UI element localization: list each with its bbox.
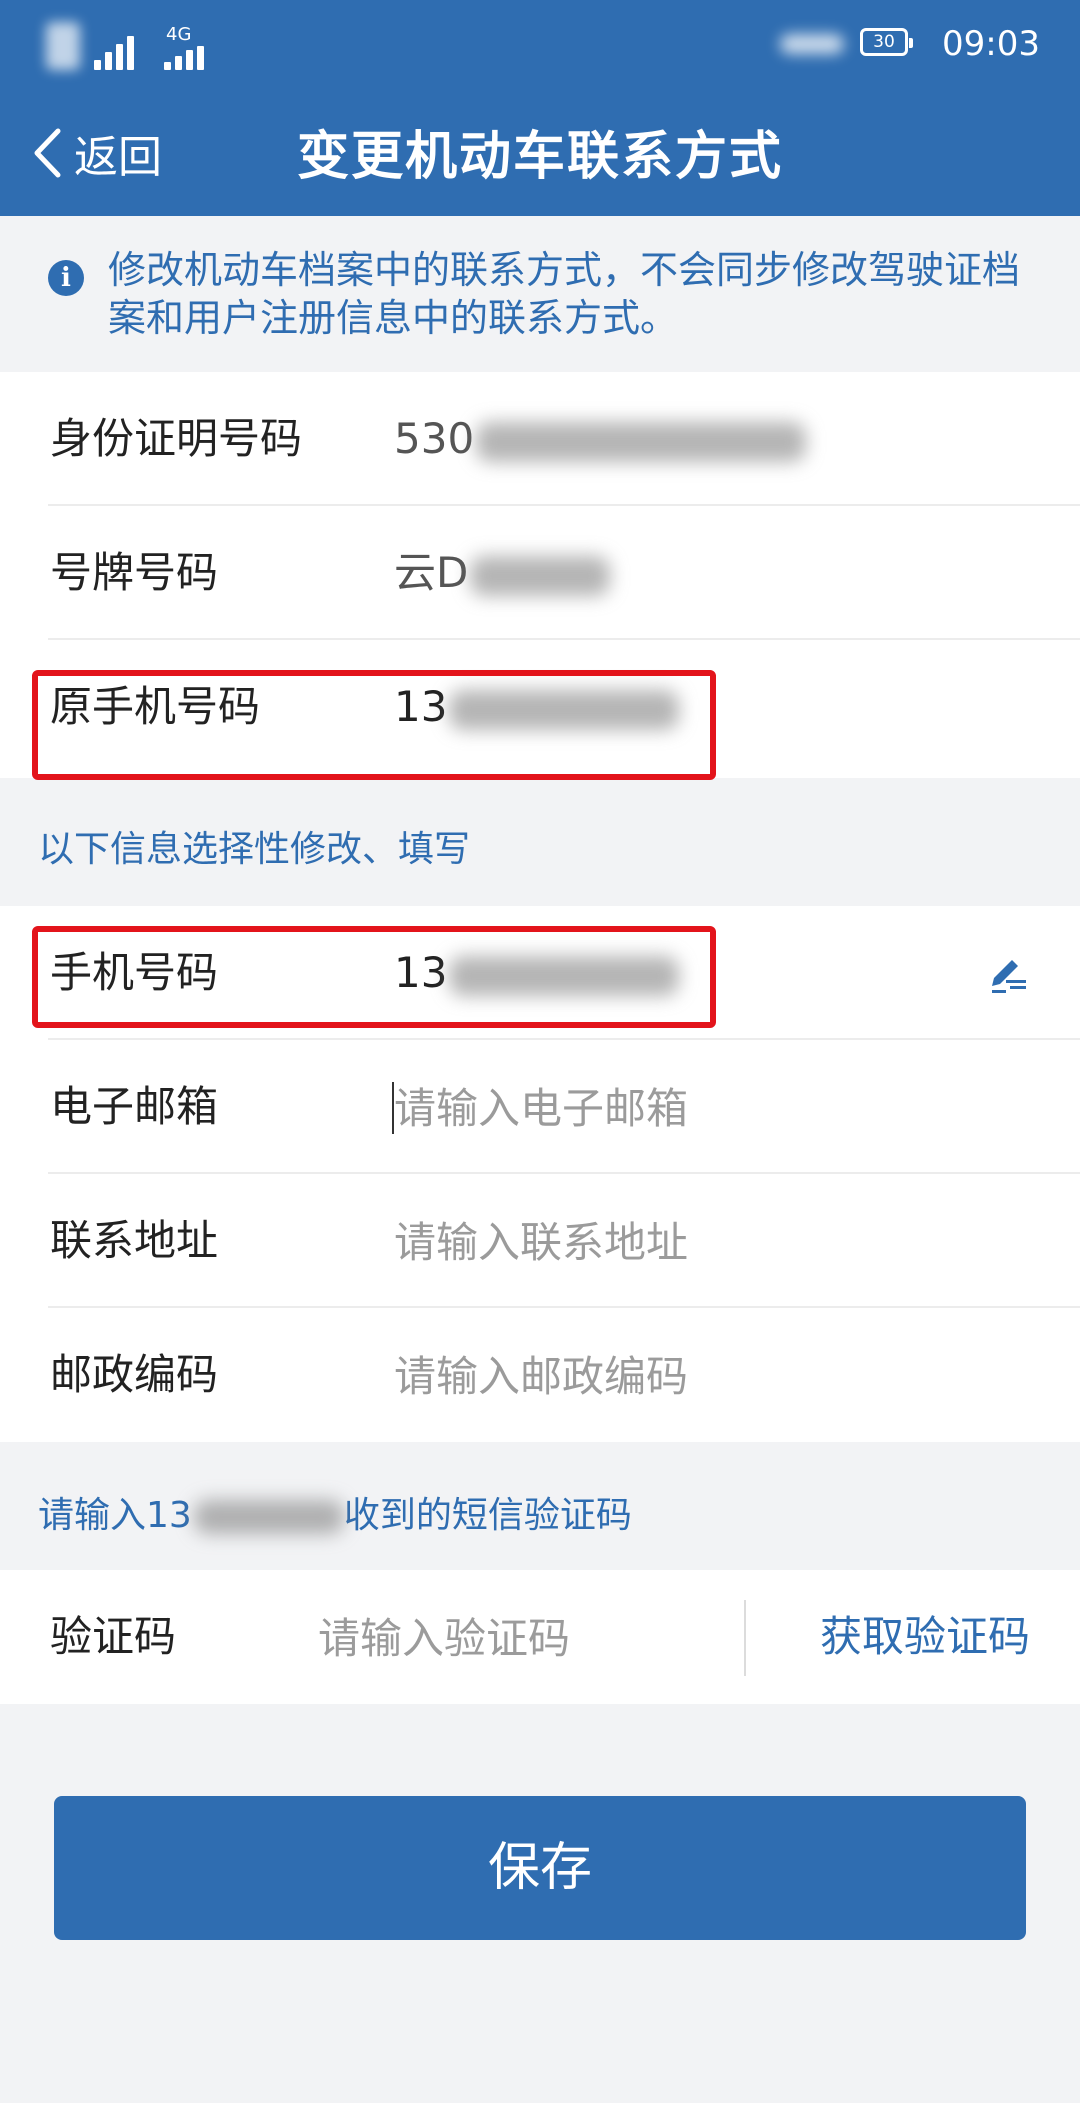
battery-icon: 30 xyxy=(860,28,913,56)
status-bar: 4G 30 09:03 xyxy=(0,0,1080,90)
address-label: 联系地址 xyxy=(50,1216,219,1265)
original-phone-value: 13 xyxy=(394,640,680,774)
code-input[interactable] xyxy=(316,1604,720,1672)
status-right: 30 09:03 xyxy=(780,20,1040,70)
redacted-blur xyxy=(476,421,807,462)
phone-label: 手机号码 xyxy=(50,948,219,997)
save-button[interactable]: 保存 xyxy=(54,1796,1026,1940)
code-group: 验证码 获取验证码 xyxy=(0,1570,1080,1704)
notification-icons xyxy=(780,34,844,54)
edit-icon[interactable] xyxy=(984,950,1032,998)
phone-value[interactable]: 13 xyxy=(394,906,680,1040)
sms-prompt-prefix: 请输入13 xyxy=(38,1495,192,1536)
signal-bars-icon xyxy=(94,32,164,70)
vertical-divider xyxy=(744,1600,746,1676)
email-row: 电子邮箱 xyxy=(0,1040,1080,1174)
id-number-value: 530 xyxy=(394,372,807,506)
id-number-label: 身份证明号码 xyxy=(50,414,303,463)
signal-indicators: 4G xyxy=(46,22,222,74)
optional-section-label: 以下信息选择性修改、填写 xyxy=(38,829,471,870)
redacted-blur xyxy=(193,1500,344,1534)
optional-info-group: 手机号码 13 电子邮箱 联系地址 邮政编码 xyxy=(0,906,1080,1442)
plate-number-visible: 云D xyxy=(394,548,469,597)
status-time: 09:03 xyxy=(942,24,1040,64)
plate-number-label: 号牌号码 xyxy=(50,548,219,597)
redacted-blur xyxy=(449,689,680,730)
info-notice: i 修改机动车档案中的联系方式，不会同步修改驾驶证档案和用户注册信息中的联系方式… xyxy=(0,216,1080,372)
email-label: 电子邮箱 xyxy=(50,1082,219,1131)
plate-number-row: 号牌号码 云D xyxy=(0,506,1080,640)
phone-row: 手机号码 13 xyxy=(0,906,1080,1040)
redacted-blur xyxy=(449,955,680,996)
redacted-blur xyxy=(470,555,611,596)
info-icon: i xyxy=(48,260,84,296)
plate-number-value: 云D xyxy=(394,506,611,640)
nav-bar: 返回 变更机动车联系方式 xyxy=(0,92,1080,212)
sim-icon xyxy=(46,22,80,70)
original-phone-row: 原手机号码 13 xyxy=(0,640,1080,774)
sms-prompt-suffix: 收到的短信验证码 xyxy=(343,1495,632,1536)
network-type: 4G xyxy=(166,24,192,45)
code-row: 验证码 获取验证码 xyxy=(0,1570,1080,1704)
address-input[interactable] xyxy=(392,1208,996,1276)
app-header: 4G 30 09:03 返回 变更机动车联系方式 xyxy=(0,0,1080,216)
notice-text: 修改机动车档案中的联系方式，不会同步修改驾驶证档案和用户注册信息中的联系方式。 xyxy=(108,248,1021,340)
id-number-row: 身份证明号码 530 xyxy=(0,372,1080,506)
sms-prompt: 请输入13 收到的短信验证码 xyxy=(38,1486,632,1538)
email-input[interactable] xyxy=(392,1074,996,1142)
get-code-button[interactable]: 获取验证码 xyxy=(820,1570,1030,1704)
id-number-visible: 530 xyxy=(394,414,475,463)
phone-visible: 13 xyxy=(394,948,448,997)
postcode-input[interactable] xyxy=(392,1342,996,1410)
vehicle-info-group: 身份证明号码 530 号牌号码 云D 原手机号码 13 xyxy=(0,372,1080,778)
signal-bars-icon-2 xyxy=(164,46,234,70)
original-phone-visible: 13 xyxy=(394,682,448,731)
postcode-row: 邮政编码 xyxy=(0,1308,1080,1442)
postcode-label: 邮政编码 xyxy=(50,1350,219,1399)
code-label: 验证码 xyxy=(50,1612,177,1661)
page-title: 变更机动车联系方式 xyxy=(296,127,783,187)
address-row: 联系地址 xyxy=(0,1174,1080,1308)
original-phone-label: 原手机号码 xyxy=(50,682,261,731)
